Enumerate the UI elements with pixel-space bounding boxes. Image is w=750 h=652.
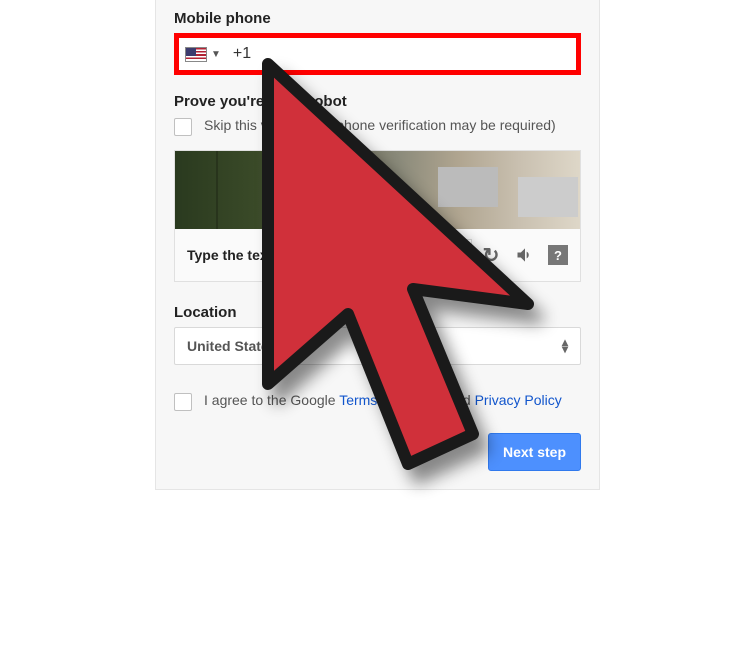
skip-verification-row[interactable]: Skip this verification (phone verificati… <box>174 116 581 136</box>
us-flag-icon <box>185 47 207 62</box>
audio-icon[interactable] <box>514 244 536 266</box>
help-icon[interactable]: ? <box>548 245 568 265</box>
skip-verification-checkbox[interactable] <box>174 118 192 136</box>
agree-text: I agree to the Google Terms of Service a… <box>204 391 562 410</box>
chevron-down-icon: ▼ <box>211 49 221 60</box>
captcha-box: Type the text: ↻ ? <box>174 150 581 282</box>
location-select[interactable]: United States ▴▾ <box>174 327 581 365</box>
next-step-button[interactable]: Next step <box>488 433 581 471</box>
mobile-phone-label: Mobile phone <box>174 10 581 27</box>
dial-code-text: +1 <box>233 45 251 63</box>
agree-row[interactable]: I agree to the Google Terms of Service a… <box>174 391 581 411</box>
privacy-policy-link[interactable]: Privacy Policy <box>475 392 562 408</box>
signup-form-panel: Mobile phone ▼ +1 Prove you're not a rob… <box>155 0 600 490</box>
agree-pre: I agree to the Google <box>204 392 339 408</box>
agree-checkbox[interactable] <box>174 393 192 411</box>
select-updown-icon: ▴▾ <box>562 339 568 353</box>
agree-mid: and <box>443 392 474 408</box>
skip-verification-text: Skip this verification (phone verificati… <box>204 116 556 135</box>
mobile-phone-field-highlighted[interactable]: ▼ +1 <box>174 33 581 75</box>
prove-not-robot-label: Prove you're not a robot <box>174 93 581 110</box>
captcha-image <box>175 151 580 229</box>
refresh-icon[interactable]: ↻ <box>480 244 502 266</box>
location-label: Location <box>174 304 581 321</box>
captcha-type-label: Type the text: <box>187 247 277 263</box>
terms-of-service-link[interactable]: Terms of Service <box>339 392 443 408</box>
country-code-selector[interactable]: ▼ <box>185 47 221 62</box>
captcha-input[interactable] <box>283 239 472 271</box>
location-selected-value: United States <box>187 338 276 354</box>
